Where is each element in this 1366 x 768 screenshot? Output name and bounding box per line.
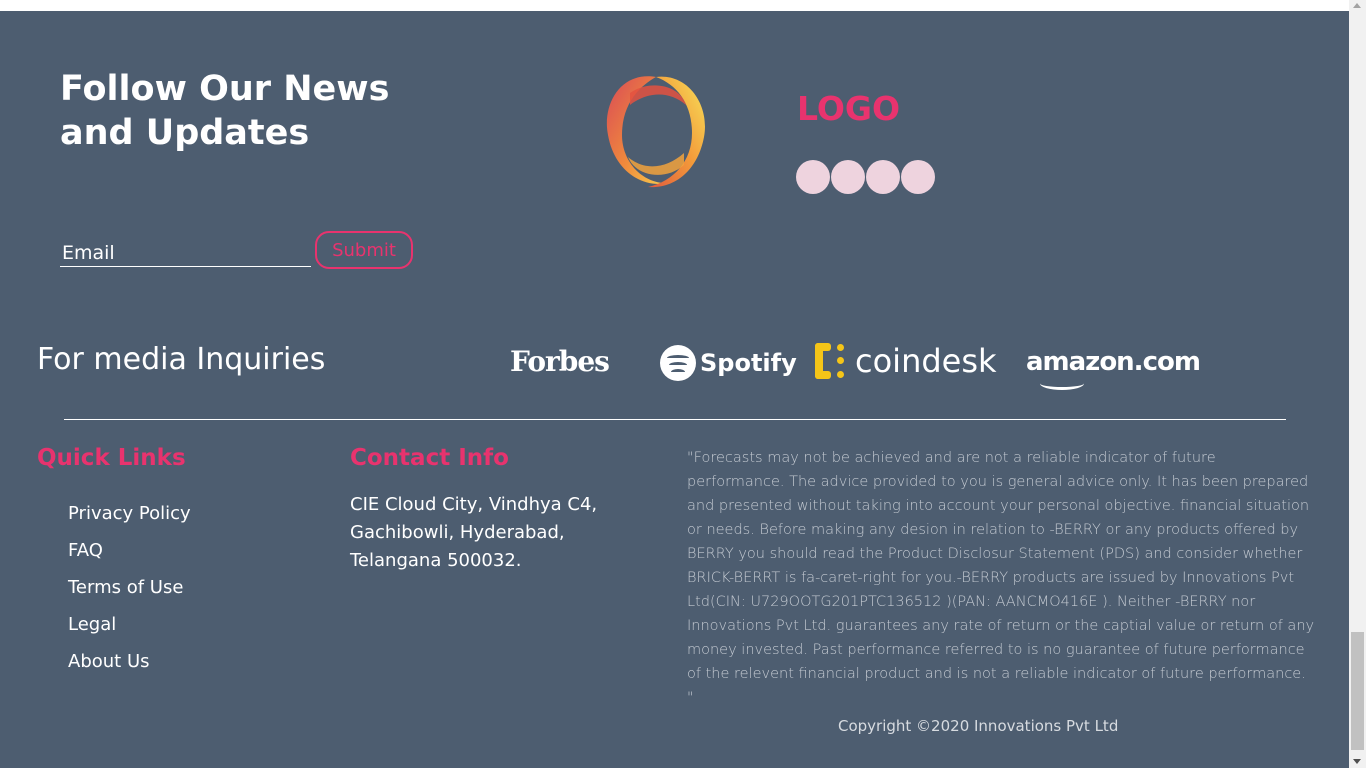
quick-link-terms-of-use[interactable]: Terms of Use (68, 577, 191, 614)
coindesk-wordmark: coindesk (855, 342, 997, 380)
social-link-2[interactable] (831, 160, 865, 194)
amazon-logo[interactable]: amazon.com (1026, 347, 1201, 390)
quick-links-list: Privacy Policy FAQ Terms of Use Legal Ab… (68, 503, 191, 688)
media-inquiries-title: For media Inquiries (37, 342, 326, 377)
coindesk-icon (813, 341, 847, 381)
submit-button[interactable]: Submit (315, 231, 413, 269)
newsletter-title: Follow Our News and Updates (60, 69, 390, 153)
amazon-wordmark: amazon.com (1026, 347, 1201, 377)
scroll-up-arrow-icon[interactable] (1353, 3, 1361, 8)
amazon-smile-icon (1040, 377, 1084, 390)
footer-divider (64, 419, 1286, 420)
social-link-4[interactable] (901, 160, 935, 194)
page-scrollbar[interactable] (1349, 0, 1366, 768)
quick-link-privacy-policy[interactable]: Privacy Policy (68, 503, 191, 540)
quick-links-heading: Quick Links (37, 445, 186, 471)
quick-link-faq[interactable]: FAQ (68, 540, 191, 577)
logo-text: LOGO (797, 89, 901, 128)
disclaimer-text: "Forecasts may not be achieved and are n… (687, 450, 1315, 706)
logo-ring-icon (606, 76, 705, 188)
quick-link-about-us[interactable]: About Us (68, 651, 191, 688)
contact-info-heading: Contact Info (350, 445, 509, 471)
quick-link-legal[interactable]: Legal (68, 614, 191, 651)
spotify-icon (660, 345, 696, 381)
spotify-logo[interactable]: Spotify (660, 345, 797, 381)
coindesk-logo[interactable]: coindesk (813, 341, 997, 381)
spotify-wordmark: Spotify (700, 349, 797, 377)
social-link-3[interactable] (866, 160, 900, 194)
scroll-down-arrow-icon[interactable] (1353, 759, 1361, 764)
contact-address: CIE Cloud City, Vindhya C4, Gachibowli, … (350, 494, 598, 571)
social-link-1[interactable] (796, 160, 830, 194)
email-input[interactable] (60, 239, 311, 267)
forbes-logo[interactable]: Forbes (510, 345, 610, 378)
page-top-edge (0, 0, 1349, 11)
scrollbar-thumb[interactable] (1351, 632, 1364, 750)
site-footer: Follow Our News and Updates LOGO Submit … (0, 11, 1349, 768)
copyright-text: Copyright ©2020 Innovations Pvt Ltd (838, 717, 1119, 735)
